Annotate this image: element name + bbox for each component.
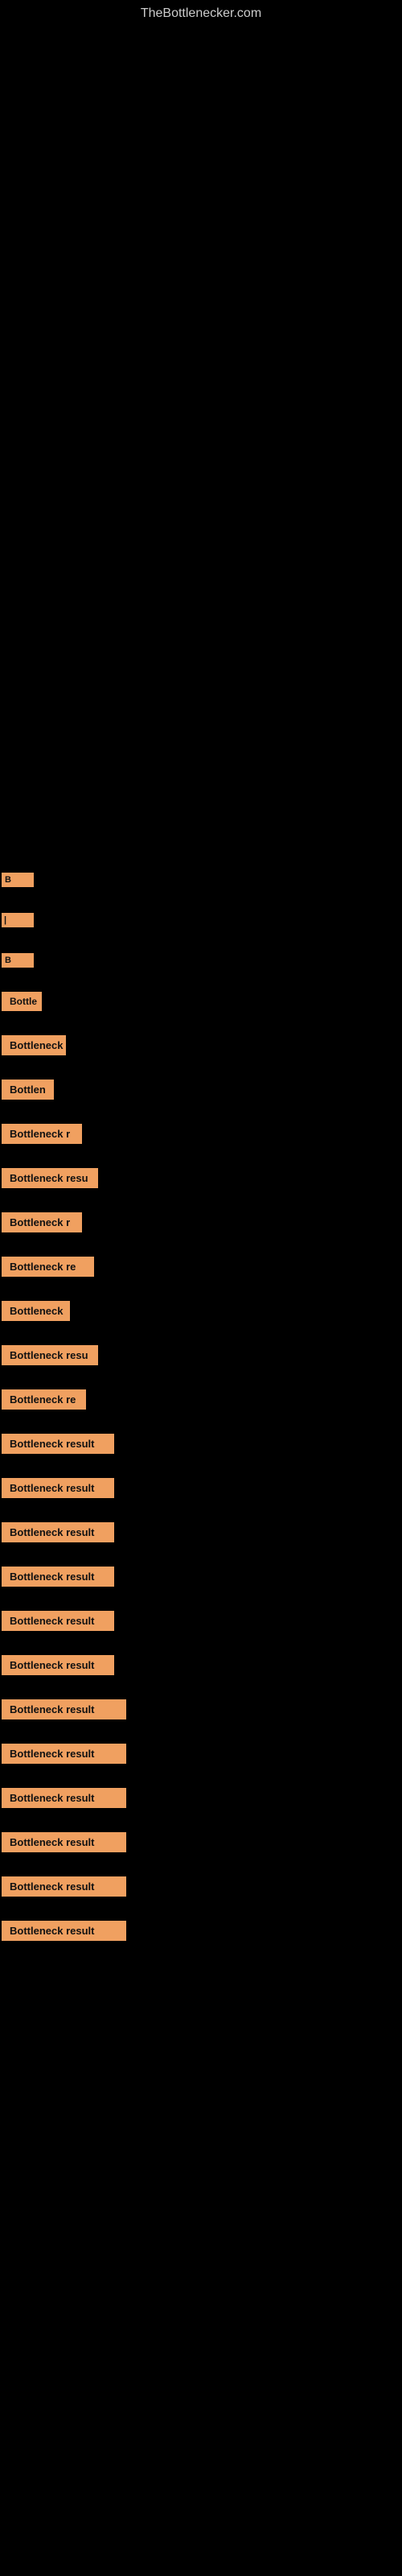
result-row-19: Bottleneck result: [0, 1695, 402, 1724]
result-badge-24: Bottleneck result: [2, 1921, 126, 1941]
result-row-0: B: [0, 871, 402, 889]
result-row-9: Bottleneck re: [0, 1252, 402, 1282]
result-row-24: Bottleneck result: [0, 1916, 402, 1946]
result-row-2: B: [0, 952, 402, 969]
gap-6: [0, 1104, 402, 1119]
gap-7: [0, 1149, 402, 1163]
gap-16: [0, 1547, 402, 1562]
result-badge-20: Bottleneck result: [2, 1744, 126, 1764]
gap-19: [0, 1680, 402, 1695]
result-badge-23: Bottleneck result: [2, 1876, 126, 1897]
result-row-22: Bottleneck result: [0, 1827, 402, 1857]
gap-17: [0, 1591, 402, 1606]
result-row-18: Bottleneck result: [0, 1650, 402, 1680]
result-badge-21: Bottleneck result: [2, 1788, 126, 1808]
gap-22: [0, 1813, 402, 1827]
result-row-16: Bottleneck result: [0, 1562, 402, 1591]
result-row-10: Bottleneck: [0, 1296, 402, 1326]
gap-18: [0, 1636, 402, 1650]
result-row-23: Bottleneck result: [0, 1872, 402, 1901]
gap-14: [0, 1459, 402, 1473]
gap-9: [0, 1237, 402, 1252]
gap-13: [0, 1414, 402, 1429]
result-badge-9: Bottleneck re: [2, 1257, 94, 1277]
gap-3: [0, 969, 402, 987]
gap-24: [0, 1901, 402, 1916]
result-badge-18: Bottleneck result: [2, 1655, 114, 1675]
result-badge-1: |: [2, 913, 34, 927]
result-badge-2: B: [2, 953, 34, 968]
result-row-15: Bottleneck result: [0, 1517, 402, 1547]
result-badge-5: Bottlen: [2, 1080, 54, 1100]
result-badge-19: Bottleneck result: [2, 1699, 126, 1719]
result-badge-12: Bottleneck re: [2, 1389, 86, 1410]
gap-4: [0, 1016, 402, 1030]
site-title: TheBottlenecker.com: [0, 0, 402, 26]
result-badge-13: Bottleneck result: [2, 1434, 114, 1454]
result-row-5: Bottlen: [0, 1075, 402, 1104]
result-row-12: Bottleneck re: [0, 1385, 402, 1414]
gap-15: [0, 1503, 402, 1517]
result-row-3: Bottle: [0, 987, 402, 1016]
results-section: B | B Bottle Bottleneck Bottlen Bottlene…: [0, 871, 402, 1978]
result-row-14: Bottleneck result: [0, 1473, 402, 1503]
result-row-8: Bottleneck r: [0, 1208, 402, 1237]
result-badge-15: Bottleneck result: [2, 1522, 114, 1542]
gap-21: [0, 1769, 402, 1783]
gap-5: [0, 1060, 402, 1075]
result-badge-3: Bottle: [2, 992, 42, 1011]
gap-2: [0, 929, 402, 952]
result-badge-16: Bottleneck result: [2, 1567, 114, 1587]
result-badge-22: Bottleneck result: [2, 1832, 126, 1852]
result-badge-11: Bottleneck resu: [2, 1345, 98, 1365]
result-row-13: Bottleneck result: [0, 1429, 402, 1459]
gap-10: [0, 1282, 402, 1296]
result-row-17: Bottleneck result: [0, 1606, 402, 1636]
result-row-6: Bottleneck r: [0, 1119, 402, 1149]
result-row-11: Bottleneck resu: [0, 1340, 402, 1370]
gap-1: [0, 889, 402, 911]
result-row-7: Bottleneck resu: [0, 1163, 402, 1193]
result-badge-8: Bottleneck r: [2, 1212, 82, 1232]
result-badge-17: Bottleneck result: [2, 1611, 114, 1631]
result-badge-4: Bottleneck: [2, 1035, 66, 1055]
gap-11: [0, 1326, 402, 1340]
result-badge-6: Bottleneck r: [2, 1124, 82, 1144]
result-badge-7: Bottleneck resu: [2, 1168, 98, 1188]
gap-8: [0, 1193, 402, 1208]
result-badge-10: Bottleneck: [2, 1301, 70, 1321]
gap-12: [0, 1370, 402, 1385]
gap-20: [0, 1724, 402, 1739]
result-row-1: |: [0, 911, 402, 929]
result-row-21: Bottleneck result: [0, 1783, 402, 1813]
result-row-20: Bottleneck result: [0, 1739, 402, 1769]
page-container: TheBottlenecker.com B | B Bottle Bottlen…: [0, 0, 402, 1978]
result-row-4: Bottleneck: [0, 1030, 402, 1060]
result-badge-14: Bottleneck result: [2, 1478, 114, 1498]
top-black-area: [0, 26, 402, 871]
gap-23: [0, 1857, 402, 1872]
result-badge-0: B: [2, 873, 34, 887]
bottom-space: [0, 1946, 402, 1978]
